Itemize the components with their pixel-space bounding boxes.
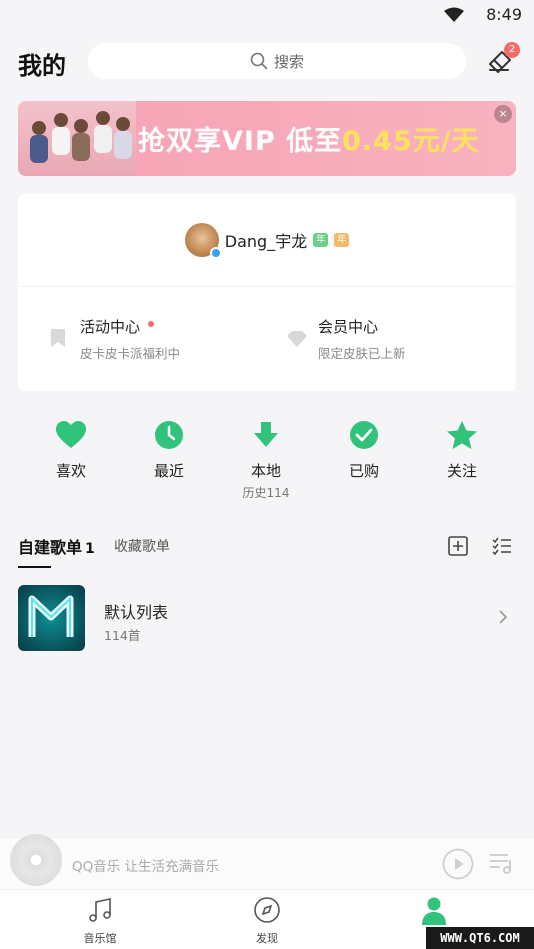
playlist-queue-icon[interactable] xyxy=(488,850,514,876)
playlist-tabs: 自建歌单 1 收藏歌单 xyxy=(18,534,516,568)
vip-center-title: 会员中心 xyxy=(318,318,379,336)
playlist-cover xyxy=(18,585,85,651)
download-icon xyxy=(254,422,278,447)
playlist-item[interactable]: 默认列表 114首 xyxy=(18,585,516,651)
search-input[interactable]: 搜索 xyxy=(88,43,466,79)
tab-collected-playlists[interactable]: 收藏歌单 xyxy=(114,536,170,556)
search-placeholder: 搜索 xyxy=(273,52,304,71)
quick-like-label: 喜欢 xyxy=(55,462,86,480)
banner-image xyxy=(18,101,136,176)
super-vip-badge[interactable]: 年 xyxy=(334,233,350,247)
diamond-icon xyxy=(287,331,307,347)
green-vip-badge[interactable]: 年 xyxy=(313,233,329,247)
watermark: WWW.QT6.COM xyxy=(426,927,534,949)
heart-icon xyxy=(56,421,86,448)
search-icon xyxy=(250,52,268,70)
skin-badge: 2 xyxy=(504,42,520,58)
activity-center-subtitle: 皮卡皮卡派福利中 xyxy=(80,346,181,361)
page-title: 我的 xyxy=(18,52,66,80)
quick-follow[interactable]: 关注 xyxy=(427,420,497,481)
chevron-right-icon xyxy=(499,610,508,624)
quick-local[interactable]: 本地 历史114 xyxy=(231,420,301,501)
play-icon[interactable] xyxy=(442,848,474,880)
album-disc[interactable] xyxy=(10,834,62,886)
user-row[interactable]: Dang_宇龙 年 年 xyxy=(18,222,516,259)
verified-badge xyxy=(209,247,222,259)
star-icon xyxy=(447,421,477,449)
vip-banner[interactable]: 抢双享VIP 低至0.45元/天 × xyxy=(18,101,516,176)
tab-underline xyxy=(18,566,51,568)
avatar[interactable] xyxy=(184,223,222,259)
music-note-icon xyxy=(89,898,111,922)
wifi-icon xyxy=(444,7,464,22)
profile-card: Dang_宇龙 年 年 活动中心 皮卡皮卡派福利中 会员中心 限定皮肤已上新 xyxy=(18,194,516,391)
header: 我的 搜索 2 xyxy=(0,40,534,84)
quick-recent[interactable]: 最近 xyxy=(134,420,204,481)
status-bar: 8:49 xyxy=(0,0,534,30)
nav-discover-label: 发现 xyxy=(256,932,278,945)
tab-created-playlists[interactable]: 自建歌单 1 xyxy=(18,534,95,558)
compass-icon xyxy=(254,897,280,923)
skin-button[interactable]: 2 xyxy=(484,42,520,78)
username[interactable]: Dang_宇龙 xyxy=(225,228,307,252)
add-playlist-icon[interactable] xyxy=(446,534,470,558)
nav-music-hall[interactable]: 音乐馆 xyxy=(60,896,140,946)
activity-center-title: 活动中心 xyxy=(80,316,180,337)
mini-player-text: QQ音乐 让生活充满音乐 xyxy=(72,859,220,875)
quick-like[interactable]: 喜欢 xyxy=(36,420,106,481)
profile-icon xyxy=(422,897,446,925)
quick-local-label: 本地 xyxy=(250,462,281,480)
nav-music-hall-label: 音乐馆 xyxy=(83,932,117,945)
quick-purchased[interactable]: 已购 xyxy=(329,420,399,481)
mini-player[interactable]: QQ音乐 让生活充满音乐 xyxy=(0,834,534,889)
bookmark-icon xyxy=(51,329,65,347)
playlist-count: 114首 xyxy=(104,628,141,643)
check-circle-icon xyxy=(350,421,378,449)
manage-list-icon[interactable] xyxy=(490,534,514,558)
quick-follow-label: 关注 xyxy=(446,462,477,480)
status-time: 8:49 xyxy=(486,5,522,24)
quick-local-history: 历史114 xyxy=(242,486,290,500)
banner-text: 抢双享VIP 低至0.45元/天 xyxy=(138,126,480,157)
playlist-name: 默认列表 xyxy=(104,603,169,622)
close-icon[interactable]: × xyxy=(494,105,512,123)
quick-recent-label: 最近 xyxy=(153,462,184,480)
divider xyxy=(18,286,516,287)
quick-purchased-label: 已购 xyxy=(348,462,379,480)
notification-dot xyxy=(148,320,155,327)
vip-center-subtitle: 限定皮肤已上新 xyxy=(318,346,406,361)
nav-discover[interactable]: 发现 xyxy=(227,896,307,946)
clock-icon xyxy=(155,421,183,449)
